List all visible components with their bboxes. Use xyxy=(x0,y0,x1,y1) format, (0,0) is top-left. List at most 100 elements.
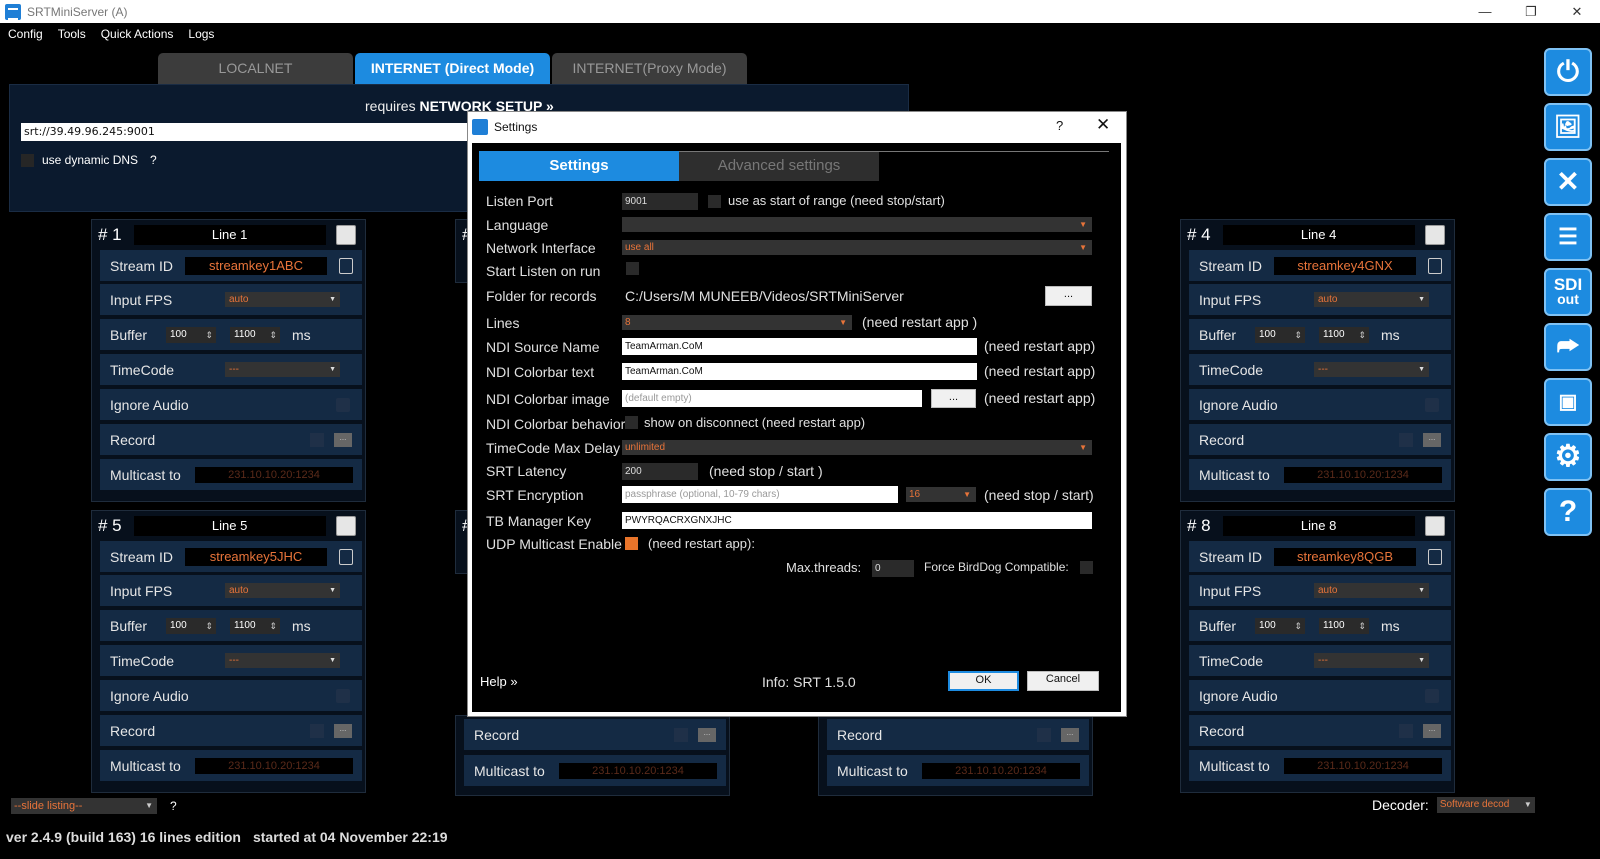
language-dropdown[interactable] xyxy=(622,217,1092,232)
line-name[interactable]: Line 4 xyxy=(1222,225,1415,245)
ok-button[interactable]: OK xyxy=(948,671,1019,691)
settings-button[interactable]: ⚙ xyxy=(1544,433,1592,481)
srt-latency-spinner[interactable]: 200 xyxy=(622,463,698,480)
record-folder-button[interactable]: ... xyxy=(1423,432,1441,447)
timecode-dropdown[interactable]: --- xyxy=(225,653,340,668)
ndi-behavior-checkbox[interactable] xyxy=(625,416,638,429)
dynamic-dns-checkbox[interactable] xyxy=(21,153,34,167)
record-toggle[interactable] xyxy=(1399,432,1413,447)
ignore-audio-toggle[interactable] xyxy=(336,688,350,703)
multicast-field[interactable]: 231.10.10.20:1234 xyxy=(1284,466,1442,483)
tab-internet-direct[interactable]: INTERNET (Direct Mode) xyxy=(355,53,550,84)
buffer-min-spinner[interactable]: 100 xyxy=(1255,326,1305,343)
line-enable-toggle[interactable] xyxy=(1424,225,1445,245)
record-folder-button[interactable]: ... xyxy=(334,723,352,738)
multicast-field[interactable]: 231.10.10.20:1234 xyxy=(559,762,717,779)
record-toggle[interactable] xyxy=(310,723,324,738)
stream-id-field[interactable]: streamkey5JHC xyxy=(185,547,327,566)
buffer-max-spinner[interactable]: 1100 xyxy=(1319,326,1369,343)
ndi-text-input[interactable]: TeamArman.CoM xyxy=(622,363,977,380)
power-button[interactable]: ⏻ xyxy=(1544,48,1592,96)
record-folder-button[interactable]: ... xyxy=(334,432,352,447)
lines-dropdown[interactable]: 8 xyxy=(622,315,852,330)
stream-id-field[interactable]: streamkey8QGB xyxy=(1274,547,1416,566)
shuffle-button[interactable]: ✕ xyxy=(1544,158,1592,206)
tc-delay-dropdown[interactable]: unlimited xyxy=(622,440,1092,455)
copy-icon[interactable] xyxy=(1428,257,1442,274)
decoder-dropdown[interactable]: Software decod xyxy=(1436,797,1535,813)
listen-port-spinner[interactable]: 9001 xyxy=(622,193,698,210)
ignore-audio-toggle[interactable] xyxy=(336,397,350,412)
ndi-image-input[interactable]: (default empty) xyxy=(622,390,922,407)
menu-logs[interactable]: Logs xyxy=(188,27,214,41)
line-enable-toggle[interactable] xyxy=(335,516,356,536)
multicast-field[interactable]: 231.10.10.20:1234 xyxy=(922,762,1080,779)
ndi-source-input[interactable]: TeamArman.CoM xyxy=(622,338,977,355)
preview-button[interactable]: 🖼 xyxy=(1544,103,1592,151)
udp-multicast-checkbox[interactable] xyxy=(625,537,638,550)
network-interface-dropdown[interactable]: use all xyxy=(622,240,1092,255)
copy-icon[interactable] xyxy=(1428,548,1442,565)
menu-config[interactable]: Config xyxy=(8,27,43,41)
help-link[interactable]: Help » xyxy=(480,674,518,689)
multicast-field[interactable]: 231.10.10.20:1234 xyxy=(1284,757,1442,774)
stream-id-field[interactable]: streamkey1ABC xyxy=(185,256,327,275)
range-checkbox[interactable] xyxy=(708,195,721,208)
input-fps-dropdown[interactable]: auto xyxy=(1314,292,1429,307)
restore-button[interactable]: ❐ xyxy=(1508,0,1554,23)
input-fps-dropdown[interactable]: auto xyxy=(1314,583,1429,598)
buffer-min-spinner[interactable]: 100 xyxy=(166,617,216,634)
dialog-close-button[interactable]: ✕ xyxy=(1096,115,1110,135)
record-toggle[interactable] xyxy=(674,727,688,742)
line-name[interactable]: Line 5 xyxy=(133,516,326,536)
menu-tools[interactable]: Tools xyxy=(58,27,86,41)
cancel-button[interactable]: Cancel xyxy=(1027,671,1099,691)
record-folder-button[interactable]: ... xyxy=(698,727,716,742)
buffer-min-spinner[interactable]: 100 xyxy=(1255,617,1305,634)
share-button[interactable]: ⮫ xyxy=(1544,323,1592,371)
multicast-field[interactable]: 231.10.10.20:1234 xyxy=(195,466,353,483)
input-fps-dropdown[interactable]: auto xyxy=(225,292,340,307)
record-folder-button[interactable]: ... xyxy=(1423,723,1441,738)
buffer-max-spinner[interactable]: 1100 xyxy=(230,617,280,634)
tab-internet-proxy[interactable]: INTERNET(Proxy Mode) xyxy=(552,53,747,84)
schedule-button[interactable]: ☰ xyxy=(1544,213,1592,261)
buffer-min-spinner[interactable]: 100 xyxy=(166,326,216,343)
copy-icon[interactable] xyxy=(339,257,353,274)
help-button[interactable]: ? xyxy=(1544,488,1592,536)
contacts-button[interactable]: ▣ xyxy=(1544,378,1592,426)
line-enable-toggle[interactable] xyxy=(1424,516,1445,536)
tb-key-input[interactable]: PWYRQACRXGNXJHC xyxy=(622,512,1092,529)
input-fps-dropdown[interactable]: auto xyxy=(225,583,340,598)
tab-advanced-settings[interactable]: Advanced settings xyxy=(679,151,879,181)
copy-icon[interactable] xyxy=(339,548,353,565)
timecode-dropdown[interactable]: --- xyxy=(1314,653,1429,668)
record-toggle[interactable] xyxy=(1399,723,1413,738)
ignore-audio-toggle[interactable] xyxy=(1425,688,1439,703)
ignore-audio-toggle[interactable] xyxy=(1425,397,1439,412)
line-enable-toggle[interactable] xyxy=(335,225,356,245)
record-toggle[interactable] xyxy=(1037,727,1051,742)
srt-keylen-dropdown[interactable]: 16 xyxy=(906,487,976,502)
buffer-max-spinner[interactable]: 1100 xyxy=(1319,617,1369,634)
max-threads-spinner[interactable]: 0 xyxy=(872,560,914,577)
multicast-field[interactable]: 231.10.10.20:1234 xyxy=(195,757,353,774)
tab-settings[interactable]: Settings xyxy=(479,151,679,181)
close-button[interactable]: ✕ xyxy=(1554,0,1600,23)
slide-listing-dropdown[interactable]: --slide listing-- xyxy=(11,798,157,814)
buffer-max-spinner[interactable]: 1100 xyxy=(230,326,280,343)
line-name[interactable]: Line 8 xyxy=(1222,516,1415,536)
tab-localnet[interactable]: LOCALNET xyxy=(158,53,353,84)
line-name[interactable]: Line 1 xyxy=(133,225,326,245)
dialog-help-button[interactable]: ? xyxy=(1056,118,1063,133)
menu-quick-actions[interactable]: Quick Actions xyxy=(101,27,174,41)
sdi-out-button[interactable]: SDI out xyxy=(1544,268,1592,316)
record-toggle[interactable] xyxy=(310,432,324,447)
minimize-button[interactable]: — xyxy=(1462,0,1508,23)
timecode-dropdown[interactable]: --- xyxy=(225,362,340,377)
start-listen-checkbox[interactable] xyxy=(626,262,639,275)
slide-help[interactable]: ? xyxy=(170,799,177,813)
stream-id-field[interactable]: streamkey4GNX xyxy=(1274,256,1416,275)
srt-passphrase-input[interactable]: passphrase (optional, 10-79 chars) xyxy=(622,486,898,503)
folder-browse-button[interactable]: ... xyxy=(1045,286,1092,306)
